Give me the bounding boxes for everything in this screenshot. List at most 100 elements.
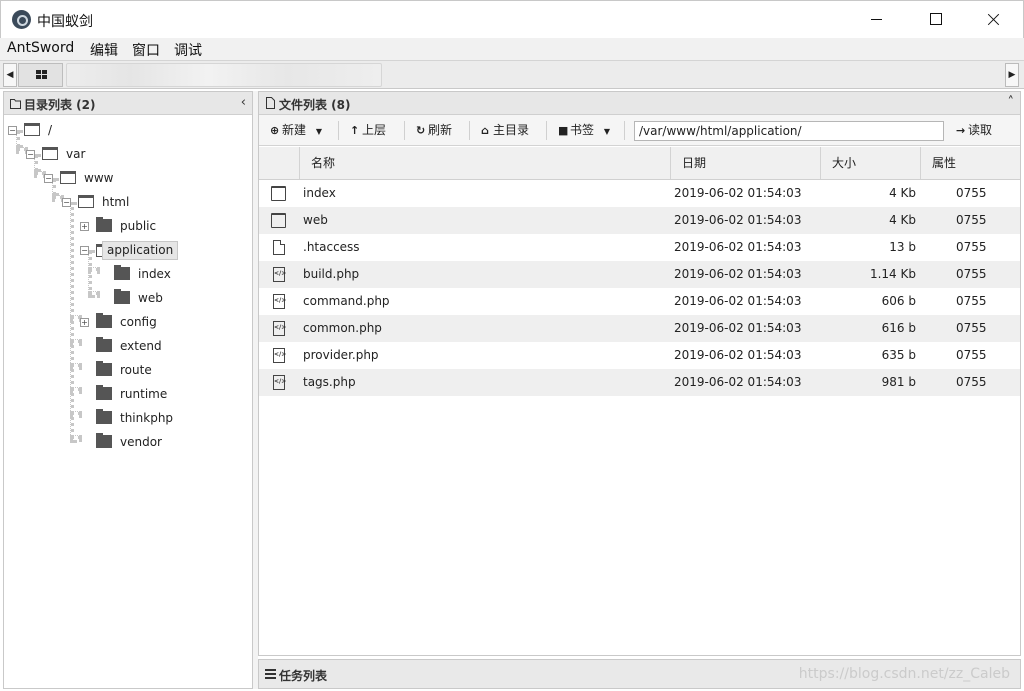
folder-icon [271,186,286,201]
tree-node-route[interactable]: route [76,361,246,381]
chevron-up-icon[interactable]: ˄ [1008,95,1015,110]
folder-icon [96,217,112,232]
folder-icon [96,361,112,376]
tree-node-html[interactable]: − html [58,193,248,213]
table-row[interactable]: </> tags.php 2019-06-02 01:54:03 981 b 0… [259,369,1020,396]
refresh-button[interactable]: ↻ 刷新 [416,121,452,139]
collapse-toggle-icon[interactable]: − [80,246,89,255]
collapse-toggle-icon[interactable]: − [44,174,53,183]
code-file-icon: </> [273,267,286,282]
folder-open-icon [24,123,40,136]
tree-node-www[interactable]: − www [40,169,240,189]
tree-node-public[interactable]: + public [76,217,246,237]
file-size: 606 b [881,294,916,308]
parent-dir-button[interactable]: ↑ 上层 [350,121,386,139]
file-size: 13 b [889,240,916,254]
file-attr: 0755 [956,240,987,254]
list-icon [265,669,276,679]
file-name: provider.php [303,348,379,362]
home-dir-button[interactable]: ⌂ 主目录 [481,121,529,139]
folder-icon [271,213,286,228]
column-header-name[interactable]: 名称 [299,147,670,179]
file-toolbar: ⊕新建 ▼ ↑上层 ↻刷新 ⌂主目录 ■书签 ▼ →读取 [259,115,1020,146]
column-header-date[interactable]: 日期 [670,147,820,179]
file-name: command.php [303,294,390,308]
folder-icon [96,313,112,328]
tree-node-runtime[interactable]: runtime [76,385,246,405]
table-row[interactable]: </> command.php 2019-06-02 01:54:03 606 … [259,288,1020,315]
file-name: common.php [303,321,382,335]
expand-toggle-icon[interactable]: + [80,318,89,327]
file-panel-title: 文件列表 (8) [279,98,351,112]
file-attr: 0755 [956,321,987,335]
menu-bar: AntSword 编辑 窗口 调试 [0,38,1024,60]
file-name: index [303,186,336,200]
tab-home[interactable] [18,63,63,87]
chevron-down-icon: ▼ [315,127,322,136]
table-row[interactable]: </> build.php 2019-06-02 01:54:03 1.14 K… [259,261,1020,288]
file-date: 2019-06-02 01:54:03 [674,375,802,389]
file-date: 2019-06-02 01:54:03 [674,267,802,281]
file-name: .htaccess [303,240,360,254]
tree-node-config[interactable]: + config [76,313,246,333]
file-size: 4 Kb [889,213,916,227]
file-attr: 0755 [956,267,987,281]
tree-node-thinkphp[interactable]: thinkphp [76,409,246,429]
column-header-attr[interactable]: 属性 [920,147,1020,179]
plus-circle-icon: ⊕ [270,124,280,137]
collapse-toggle-icon[interactable]: − [8,126,17,135]
file-panel-header: 文件列表 (8) ˄ [259,92,1020,115]
directory-panel-title: 目录列表 (2) [24,98,96,112]
folder-icon [96,409,112,424]
column-header-size[interactable]: 大小 [820,147,920,179]
grid-icon [36,70,47,80]
expand-toggle-icon[interactable]: + [80,222,89,231]
tree-node-vendor[interactable]: vendor [76,433,246,453]
code-file-icon: </> [273,375,286,390]
table-row[interactable]: </> common.php 2019-06-02 01:54:03 616 b… [259,315,1020,342]
table-row[interactable]: .htaccess 2019-06-02 01:54:03 13 b 0755 [259,234,1020,261]
file-panel: 文件列表 (8) ˄ ⊕新建 ▼ ↑上层 ↻刷新 ⌂主目录 ■书签 ▼ →读取 [258,91,1021,656]
close-button[interactable] [971,1,1017,38]
directory-tree: − / − var − www − html + public − applic… [4,116,252,686]
read-button[interactable]: → 读取 [956,121,992,139]
new-button[interactable]: ⊕ 新建 ▼ [270,121,322,139]
code-file-icon: </> [273,321,286,336]
file-name: tags.php [303,375,356,389]
tree-node-application[interactable]: − application [76,241,246,261]
tab-scroll-left-button[interactable]: ◀ [3,63,17,87]
tab-shell-session[interactable] [66,63,382,87]
bookmark-button[interactable]: ■ 书签 ▼ [558,121,610,139]
collapse-toggle-icon[interactable]: − [26,150,35,159]
menu-debug[interactable]: 调试 [174,40,202,60]
home-icon: ⌂ [481,124,489,137]
code-file-icon: </> [273,348,286,363]
tree-node-application-web[interactable]: web [94,289,244,309]
path-input[interactable] [634,121,944,141]
tree-node-extend[interactable]: extend [76,337,246,357]
tab-scroll-right-button[interactable]: ▶ [1005,63,1019,87]
file-date: 2019-06-02 01:54:03 [674,186,802,200]
tree-node-application-index[interactable]: index [94,265,244,285]
file-date: 2019-06-02 01:54:03 [674,294,802,308]
file-grid-header: 名称 日期 大小 属性 [259,147,1020,180]
collapse-toggle-icon[interactable]: − [62,198,71,207]
table-row[interactable]: </> provider.php 2019-06-02 01:54:03 635… [259,342,1020,369]
menu-edit[interactable]: 编辑 [90,40,118,60]
menu-window[interactable]: 窗口 [132,40,160,60]
table-row[interactable]: index 2019-06-02 01:54:03 4 Kb 0755 [259,180,1020,207]
task-panel[interactable]: 任务列表 https://blog.csdn.net/zz_Caleb [258,659,1021,689]
maximize-button[interactable] [912,1,958,38]
file-size: 616 b [881,321,916,335]
antsword-logo-icon [12,10,31,29]
minimize-button[interactable] [853,1,899,38]
file-date: 2019-06-02 01:54:03 [674,348,802,362]
tree-node-var[interactable]: − var [22,145,242,165]
file-date: 2019-06-02 01:54:03 [674,240,802,254]
menu-antsword[interactable]: AntSword [7,40,74,56]
file-outline-icon [266,97,275,109]
chevron-left-icon[interactable]: ‹ [241,95,246,110]
tree-node-root[interactable]: − / [4,121,244,141]
table-row[interactable]: web 2019-06-02 01:54:03 4 Kb 0755 [259,207,1020,234]
watermark: https://blog.csdn.net/zz_Caleb [798,666,1010,682]
